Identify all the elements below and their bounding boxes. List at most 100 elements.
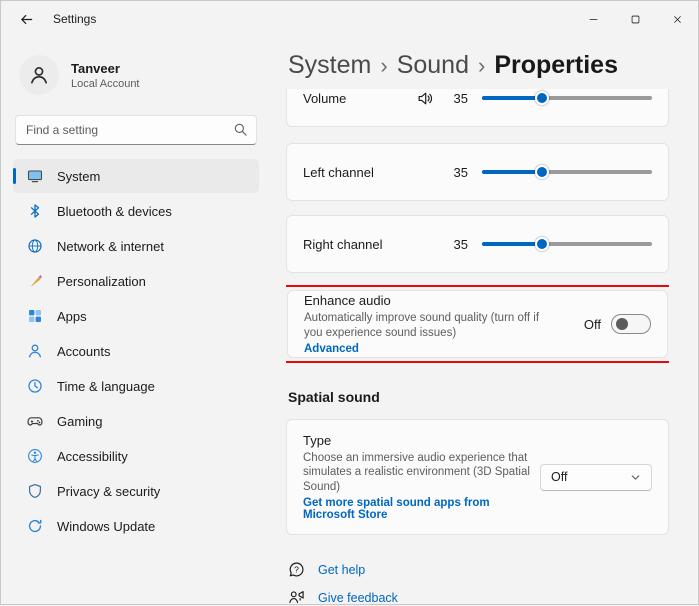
left-channel-slider-thumb[interactable] <box>534 165 549 179</box>
sidebar-item-bluetooth-devices[interactable]: Bluetooth & devices <box>13 194 259 228</box>
get-help-label: Get help <box>318 562 366 577</box>
right-channel-slider-fill <box>482 242 542 246</box>
dropdown-selected-value: Off <box>551 470 568 485</box>
enhance-audio-description: Automatically improve sound quality (tur… <box>304 312 540 339</box>
right-channel-value: 35 <box>453 236 468 252</box>
type-description: Choose an immersive audio experience tha… <box>303 452 530 493</box>
system-icon <box>27 168 43 184</box>
left-channel-row: Left channel 35 <box>286 143 669 201</box>
sidebar-item-accounts[interactable]: Accounts <box>13 334 259 368</box>
accessibility-icon <box>27 448 43 464</box>
volume-slider-thumb[interactable] <box>534 91 549 105</box>
search-input[interactable] <box>15 115 257 145</box>
privacy-icon <box>27 483 43 499</box>
sidebar-item-network-internet[interactable]: Network & internet <box>13 229 259 263</box>
left-channel-slider-fill <box>482 170 542 174</box>
sidebar-item-accessibility[interactable]: Accessibility <box>13 439 259 473</box>
sidebar-item-label: Accessibility <box>57 448 128 464</box>
avatar-person-icon <box>28 64 50 86</box>
spatial-sound-type-dropdown[interactable]: Off <box>540 463 652 491</box>
personalization-icon <box>27 273 43 289</box>
sidebar-item-label: Windows Update <box>57 518 156 534</box>
breadcrumb-sound[interactable]: Sound <box>397 51 469 79</box>
sidebar-item-label: Accounts <box>57 343 111 359</box>
sidebar-item-apps[interactable]: Apps <box>13 299 259 333</box>
enhance-audio-card: Enhance audio Automatically improve soun… <box>287 290 668 358</box>
sidebar-item-label: Apps <box>57 308 87 324</box>
minimize-button[interactable] <box>572 1 614 37</box>
give-feedback-label: Give feedback <box>318 590 398 605</box>
gaming-icon <box>27 413 43 429</box>
sidebar: Tanveer Local Account System Bluetooth &… <box>1 37 271 606</box>
window-controls <box>572 1 698 37</box>
network-icon <box>27 238 43 254</box>
sidebar-item-time-language[interactable]: Time & language <box>13 369 259 403</box>
enhance-audio-title: Enhance audio <box>304 293 391 309</box>
sidebar-item-label: Network & internet <box>57 238 164 254</box>
left-channel-value: 35 <box>453 164 468 180</box>
sidebar-item-gaming[interactable]: Gaming <box>13 404 259 438</box>
left-channel-label: Left channel <box>303 164 374 180</box>
volume-row: Volume 35 <box>286 89 669 127</box>
maximize-button[interactable] <box>614 1 656 37</box>
dropdown-chevron-icon <box>630 472 641 483</box>
search-icon <box>233 122 248 137</box>
windows-update-icon <box>27 518 43 534</box>
settings-scroll-area[interactable]: Volume 35 Left channel 35 Right channel … <box>286 89 669 606</box>
sidebar-item-label: Personalization <box>57 273 146 289</box>
give-feedback-icon <box>288 589 305 606</box>
right-channel-row: Right channel 35 <box>286 215 669 273</box>
volume-label: Volume <box>303 90 347 106</box>
get-help-icon: ? <box>288 561 305 578</box>
bluetooth-icon <box>27 203 43 219</box>
volume-slider[interactable] <box>482 91 652 105</box>
sidebar-item-label: Bluetooth & devices <box>57 203 172 219</box>
svg-text:?: ? <box>294 564 299 574</box>
search-box <box>15 115 257 145</box>
spatial-sound-type-card: Type Choose an immersive audio experienc… <box>286 419 669 536</box>
sidebar-item-windows-update[interactable]: Windows Update <box>13 509 259 543</box>
give-feedback-link[interactable]: Give feedback <box>288 589 398 606</box>
breadcrumb-separator: › <box>380 53 388 78</box>
back-icon <box>19 12 34 27</box>
titlebar: Settings <box>1 1 698 37</box>
volume-slider-fill <box>482 96 542 100</box>
get-help-link[interactable]: ? Get help <box>288 561 365 578</box>
breadcrumb-current-page: Properties <box>494 51 618 79</box>
breadcrumb-system[interactable]: System <box>288 51 371 79</box>
sidebar-item-privacy-security[interactable]: Privacy & security <box>13 474 259 508</box>
apps-icon <box>27 308 43 324</box>
sidebar-item-personalization[interactable]: Personalization <box>13 264 259 298</box>
speaker-icon[interactable] <box>417 90 434 107</box>
close-button[interactable] <box>656 1 698 37</box>
user-account-type: Local Account <box>71 77 140 90</box>
red-highlight-box: Enhance audio Automatically improve soun… <box>286 285 669 363</box>
user-account[interactable]: Tanveer Local Account <box>5 47 267 103</box>
time-language-icon <box>27 378 43 394</box>
breadcrumb: System › Sound › Properties <box>286 37 669 89</box>
breadcrumb-separator: › <box>477 53 486 78</box>
sidebar-item-system[interactable]: System <box>13 159 259 193</box>
right-channel-slider[interactable] <box>482 237 652 251</box>
close-icon <box>672 14 683 25</box>
maximize-icon <box>630 14 641 25</box>
right-channel-label: Right channel <box>303 236 383 252</box>
left-channel-slider[interactable] <box>482 165 652 179</box>
sidebar-item-label: System <box>57 168 101 184</box>
avatar <box>19 55 59 95</box>
enhance-audio-toggle[interactable] <box>611 314 651 334</box>
right-channel-slider-thumb[interactable] <box>534 237 549 251</box>
footer-links: ? Get help Give feedback <box>286 561 669 606</box>
back-button[interactable] <box>9 5 43 33</box>
window-title: Settings <box>53 12 97 26</box>
spatial-sound-store-link[interactable]: Get more spatial sound apps from Microso… <box>303 497 532 521</box>
sidebar-item-label: Time & language <box>57 378 155 394</box>
sidebar-item-label: Privacy & security <box>57 483 161 499</box>
toggle-knob <box>616 318 628 330</box>
user-name: Tanveer <box>71 60 120 76</box>
volume-value: 35 <box>453 90 468 106</box>
advanced-link[interactable]: Advanced <box>304 343 359 355</box>
spatial-sound-heading: Spatial sound <box>288 389 380 405</box>
sidebar-item-label: Gaming <box>57 413 103 429</box>
minimize-icon <box>588 14 599 25</box>
